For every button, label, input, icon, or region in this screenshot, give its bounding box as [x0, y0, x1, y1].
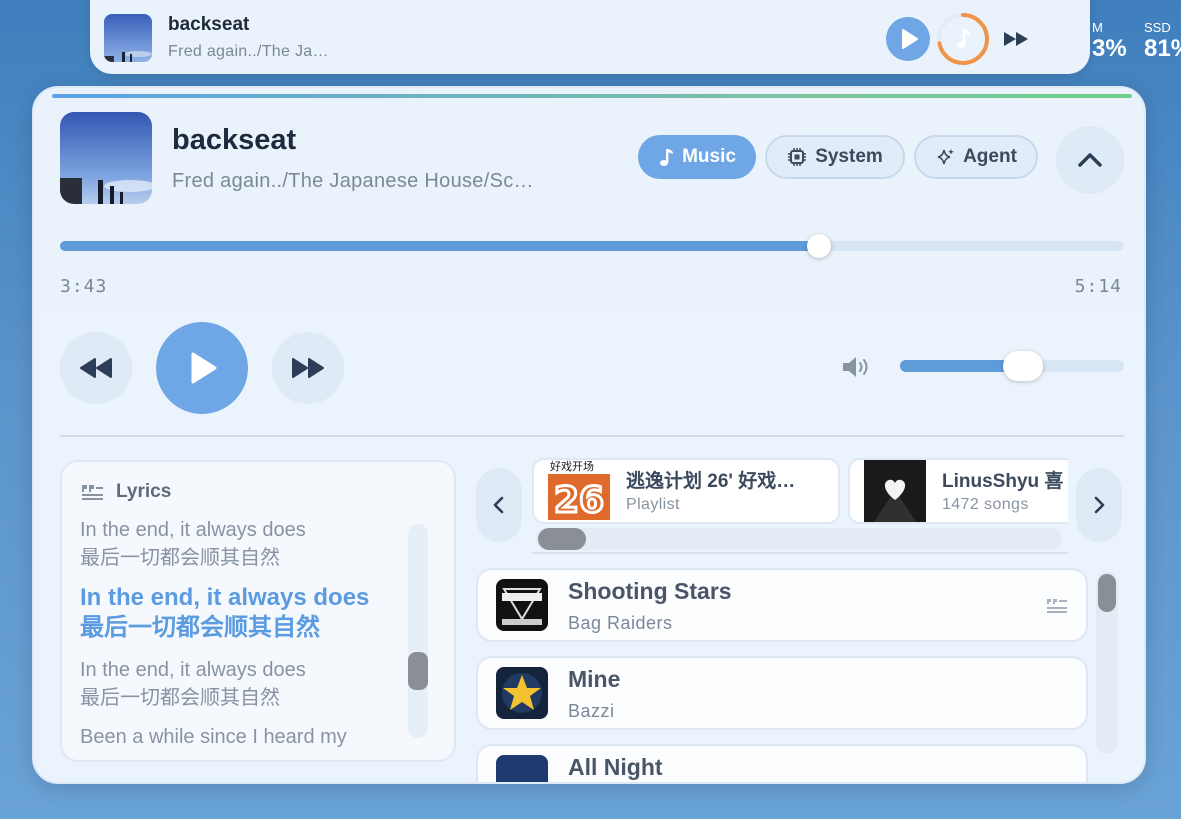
- song-list-scrollbar[interactable]: [1096, 572, 1118, 754]
- volume-handle[interactable]: [1003, 351, 1044, 381]
- svg-text:26: 26: [554, 480, 604, 520]
- playlist-subtitle: Playlist: [626, 496, 680, 513]
- mini-album-art: [104, 14, 152, 62]
- lyrics-scrollbar[interactable]: [408, 524, 428, 738]
- carousel-scroll-thumb[interactable]: [538, 528, 586, 550]
- speaker-icon: [840, 354, 874, 385]
- mini-play-button[interactable]: [886, 17, 930, 61]
- song-list-scroll-thumb[interactable]: [1098, 574, 1116, 612]
- ssd-stat: SSD 81%: [1144, 20, 1181, 62]
- carousel-divider: [532, 552, 1068, 554]
- mini-track-artist: Fred again../The Ja…: [168, 43, 329, 60]
- forward-button[interactable]: [272, 332, 344, 404]
- chevron-up-icon: [1078, 153, 1102, 167]
- lyric-line: In the end, it always does 最后一切都会顺其自然: [80, 519, 306, 569]
- tab-music[interactable]: Music: [638, 135, 756, 179]
- quote-icon: [80, 483, 104, 506]
- chip-icon: [788, 148, 807, 166]
- collapse-button[interactable]: [1056, 126, 1124, 194]
- tab-system[interactable]: System: [765, 135, 905, 179]
- volume-slider[interactable]: [900, 351, 1124, 381]
- chevron-left-icon: [493, 496, 504, 514]
- track-artist: Fred again../The Japanese House/Sc…: [172, 170, 534, 192]
- song-row[interactable]: All Night: [476, 744, 1088, 782]
- playlist-name: 逃逸计划 26' 好戏…: [626, 471, 796, 492]
- lyric-line-current: In the end, it always does 最后一切都会顺其自然: [80, 584, 370, 641]
- tab-agent[interactable]: Agent: [914, 135, 1038, 179]
- section-divider: [60, 435, 1124, 437]
- sparkle-icon: [937, 149, 954, 165]
- lyrics-scroll-thumb[interactable]: [408, 652, 428, 690]
- song-art: [496, 667, 548, 719]
- track-title: backseat: [172, 124, 297, 156]
- mini-next-button[interactable]: [1002, 29, 1032, 54]
- playlist-art: [864, 460, 926, 522]
- progress-handle[interactable]: [806, 234, 831, 258]
- carousel-scrollbar[interactable]: [536, 528, 1062, 550]
- carousel-next-button[interactable]: [1076, 468, 1122, 542]
- mini-player-bar[interactable]: backseat Fred again../The Ja…: [90, 0, 1090, 74]
- song-title: Shooting Stars: [568, 578, 732, 604]
- rewind-icon: [80, 358, 112, 378]
- song-row[interactable]: Shooting Stars Bag Raiders: [476, 568, 1088, 642]
- playlist-name: LinusShyu 喜: [942, 471, 1064, 492]
- fast-forward-icon: [1004, 32, 1028, 46]
- music-note-icon: [660, 149, 674, 166]
- playlist-subtitle: 1472 songs: [942, 496, 1029, 513]
- song-art: [496, 755, 548, 782]
- lyric-line: Been a while since I heard my: [80, 726, 347, 748]
- play-icon: [902, 29, 918, 49]
- playlist-card[interactable]: 好戏开场 26 逃逸计划 26' 好戏… Playlist: [532, 458, 840, 524]
- fast-forward-icon: [292, 358, 324, 378]
- chevron-right-icon: [1094, 496, 1105, 514]
- song-artist: Bazzi: [568, 701, 615, 721]
- playlist-card[interactable]: LinusShyu 喜 1472 songs: [848, 458, 1068, 524]
- album-art: [60, 112, 152, 204]
- song-row[interactable]: Mine Bazzi: [476, 656, 1088, 730]
- song-title: Mine: [568, 666, 621, 692]
- play-button[interactable]: [156, 322, 248, 414]
- progress-fill: [60, 241, 819, 251]
- lyrics-available-icon: [1046, 598, 1068, 619]
- playlist-art: 好戏开场 26: [548, 460, 610, 520]
- expanded-player-panel: backseat Fred again../The Japanese House…: [32, 86, 1146, 784]
- song-title: All Night: [568, 754, 663, 780]
- play-icon: [191, 352, 217, 384]
- lyric-line: In the end, it always does 最后一切都会顺其自然: [80, 659, 306, 709]
- memory-stat: M 3%: [1092, 20, 1127, 62]
- total-duration: 5:14: [1074, 276, 1122, 297]
- mini-progress-ring: [935, 11, 991, 67]
- panel-accent-line: [52, 94, 1132, 98]
- mini-track-title: backseat: [168, 14, 250, 35]
- song-art: [496, 579, 548, 631]
- song-artist: Bag Raiders: [568, 613, 673, 633]
- lyrics-panel: Lyrics In the end, it always does 最后一切都会…: [60, 460, 456, 762]
- elapsed-time: 3:43: [60, 276, 108, 297]
- music-note-icon: [957, 29, 971, 48]
- lyrics-heading: Lyrics: [116, 481, 172, 502]
- rewind-button[interactable]: [60, 332, 132, 404]
- progress-track[interactable]: [60, 234, 1124, 258]
- carousel-prev-button[interactable]: [476, 468, 522, 542]
